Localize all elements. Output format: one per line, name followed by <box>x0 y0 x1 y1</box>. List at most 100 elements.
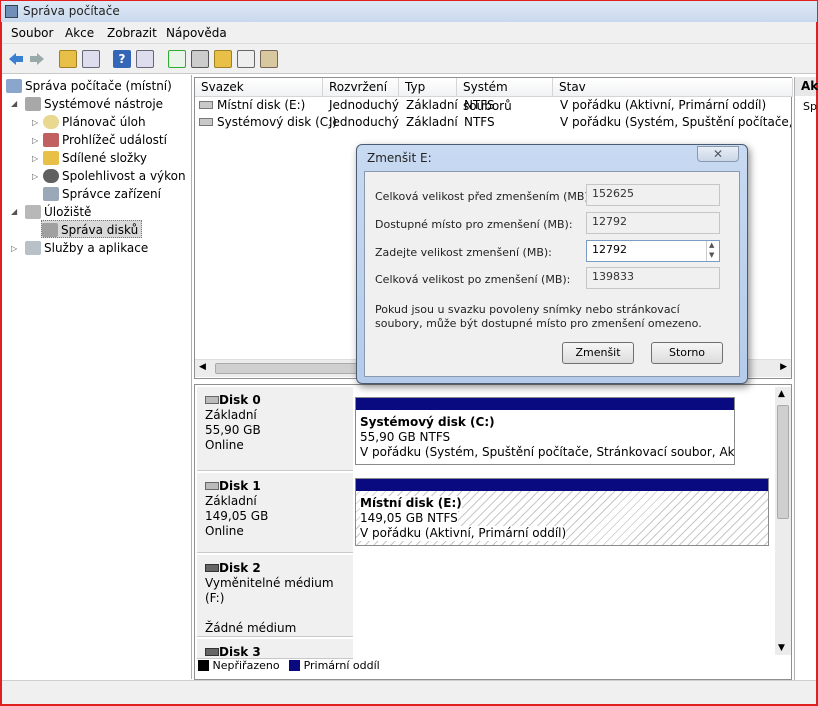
tree-item-task-scheduler[interactable]: Plánovač úloh <box>43 113 146 131</box>
size-stepper[interactable]: ▲ ▼ <box>706 241 719 261</box>
expand-arrow-icon[interactable]: ▷ <box>32 154 38 163</box>
unallocated-swatch <box>198 660 209 671</box>
tree-item-system-tools[interactable]: Systémové nástroje <box>25 95 163 113</box>
expand-arrow-icon[interactable]: ▷ <box>32 136 38 145</box>
collapse-arrow-icon[interactable]: ◢ <box>11 207 17 216</box>
disk-0-label[interactable]: Disk 0 Základní 55,90 GB Online <box>197 387 353 471</box>
removable-disk-icon <box>205 564 219 572</box>
menu-bar: Soubor Akce Zobrazit Nápověda <box>2 22 816 44</box>
stepper-up-icon[interactable]: ▲ <box>709 241 714 249</box>
menu-file[interactable]: Soubor <box>11 26 53 40</box>
cancel-button[interactable]: Storno <box>651 342 723 364</box>
tree-item-device-manager[interactable]: Správce zařízení <box>43 185 161 203</box>
dialog-body: Celková velikost před zmenšením (MB): 15… <box>364 171 740 377</box>
partition-e[interactable]: Místní disk (E:) 149,05 GB NTFS V pořádk… <box>355 478 769 546</box>
dialog-title: Zmenšit E: <box>367 151 432 165</box>
title-bar: Správa počítače <box>0 0 818 22</box>
storage-icon <box>25 205 41 219</box>
show-tree-icon[interactable] <box>82 50 100 68</box>
performance-icon <box>43 169 59 183</box>
column-header-layout[interactable]: Rozvržení <box>323 78 399 97</box>
available-value: 12792 <box>586 212 720 234</box>
enter-size-label: Zadejte velikost zmenšení (MB): <box>375 246 552 259</box>
shrink-button[interactable]: Zmenšit <box>562 342 634 364</box>
column-header-type[interactable]: Typ <box>399 78 457 97</box>
navigation-tree: Správa počítače (místní) ◢ Systémové nás… <box>2 75 192 679</box>
menu-view[interactable]: Zobrazit <box>107 26 157 40</box>
tools-icon <box>25 97 41 111</box>
properties-icon[interactable] <box>191 50 209 68</box>
shrink-dialog: Zmenšit E: ✕ Celková velikost před zmenš… <box>356 144 748 384</box>
expand-arrow-icon[interactable]: ▷ <box>11 244 17 253</box>
disk-2-label[interactable]: Disk 2 Vyměnitelné médium (F:) Žádné méd… <box>197 555 353 637</box>
tree-item-shared-folders[interactable]: Sdílené složky <box>43 149 147 167</box>
status-bar <box>2 680 816 704</box>
action-pane-header: Ak <box>795 77 818 96</box>
tree-item-event-viewer[interactable]: Prohlížeč událostí <box>43 131 167 149</box>
shrink-size-input[interactable]: 12792 <box>586 240 720 262</box>
shrink-note: Pokud jsou u svazku povoleny snímky nebo… <box>375 303 702 330</box>
total-after-label: Celková velikost po zmenšení (MB): <box>375 273 571 286</box>
scroll-up-icon[interactable]: ▲ <box>778 389 785 399</box>
legend: Nepřiřazeno Primární oddíl <box>198 657 380 675</box>
up-folder-icon[interactable] <box>59 50 77 68</box>
tree-item-storage[interactable]: Úložiště <box>25 203 91 221</box>
volume-icon <box>199 101 213 109</box>
total-before-value: 152625 <box>586 184 720 206</box>
event-log-icon <box>43 133 59 147</box>
open-folder-icon[interactable] <box>214 50 232 68</box>
collapse-arrow-icon[interactable]: ◢ <box>11 99 17 108</box>
menu-help[interactable]: Nápověda <box>166 26 227 40</box>
expand-arrow-icon[interactable]: ▷ <box>32 118 38 127</box>
refresh-icon[interactable] <box>168 50 186 68</box>
partition-c[interactable]: Systémový disk (C:) 55,90 GB NTFS V pořá… <box>355 397 735 465</box>
shared-folder-icon <box>43 151 59 165</box>
scroll-right-icon[interactable]: ▶ <box>780 362 787 372</box>
close-icon[interactable]: ✕ <box>697 146 739 162</box>
primary-partition-swatch <box>289 660 301 671</box>
primary-partition-bar <box>356 479 768 491</box>
tree-item-disk-management[interactable]: Správa disků <box>41 220 143 238</box>
expand-arrow-icon[interactable]: ▷ <box>32 172 38 181</box>
scroll-left-icon[interactable]: ◀ <box>199 362 206 372</box>
column-header-status[interactable]: Stav <box>553 78 793 97</box>
clock-icon <box>43 115 59 129</box>
total-before-label: Celková velikost před zmenšením (MB): <box>375 190 593 203</box>
disk-icon <box>205 482 219 490</box>
tree-item-root[interactable]: Správa počítače (místní) <box>6 77 172 95</box>
scroll-thumb[interactable] <box>777 405 789 519</box>
table-row[interactable]: Systémový disk (C:) Jednoduchý Základní … <box>199 114 791 131</box>
column-header-filesystem[interactable]: Systém souborů <box>457 78 553 113</box>
help-icon[interactable]: ? <box>113 50 131 68</box>
computer-management-icon <box>5 5 18 18</box>
menu-action[interactable]: Akce <box>65 26 94 40</box>
table-row[interactable]: Místní disk (E:) Jednoduchý Základní NTF… <box>199 97 791 114</box>
tree-item-reliability[interactable]: Spolehlivost a výkon <box>43 167 186 185</box>
vertical-scrollbar[interactable]: ▲ ▼ <box>775 387 791 655</box>
show-action-pane-icon[interactable] <box>136 50 154 68</box>
available-label: Dostupné místo pro zmenšení (MB): <box>375 218 573 231</box>
disk-layout-pane: Disk 0 Základní 55,90 GB Online Systémov… <box>194 384 792 680</box>
disk-1-label[interactable]: Disk 1 Základní 149,05 GB Online <box>197 473 353 553</box>
disk-3-label[interactable]: Disk 3 <box>197 639 353 659</box>
toolbar: ? <box>2 44 816 74</box>
window-title: Správa počítače <box>23 4 120 18</box>
removable-disk-icon <box>205 648 219 656</box>
search-icon[interactable] <box>237 50 255 68</box>
tree-item-services[interactable]: Služby a aplikace <box>25 239 148 257</box>
total-after-value: 139833 <box>586 267 720 289</box>
computer-icon <box>6 79 22 93</box>
column-header-volume[interactable]: Svazek <box>195 78 323 97</box>
primary-partition-bar <box>356 398 734 410</box>
scroll-down-icon[interactable]: ▼ <box>778 643 785 653</box>
stepper-down-icon[interactable]: ▼ <box>709 251 714 259</box>
settings-icon[interactable] <box>260 50 278 68</box>
device-manager-icon <box>43 187 59 201</box>
action-pane: Ak Sp <box>794 77 818 681</box>
services-icon <box>25 241 41 255</box>
volume-icon <box>199 118 213 126</box>
forward-arrow-icon[interactable] <box>28 50 46 68</box>
action-pane-item[interactable]: Sp <box>795 96 817 113</box>
back-arrow-icon[interactable] <box>7 50 25 68</box>
disk-icon <box>205 396 219 404</box>
